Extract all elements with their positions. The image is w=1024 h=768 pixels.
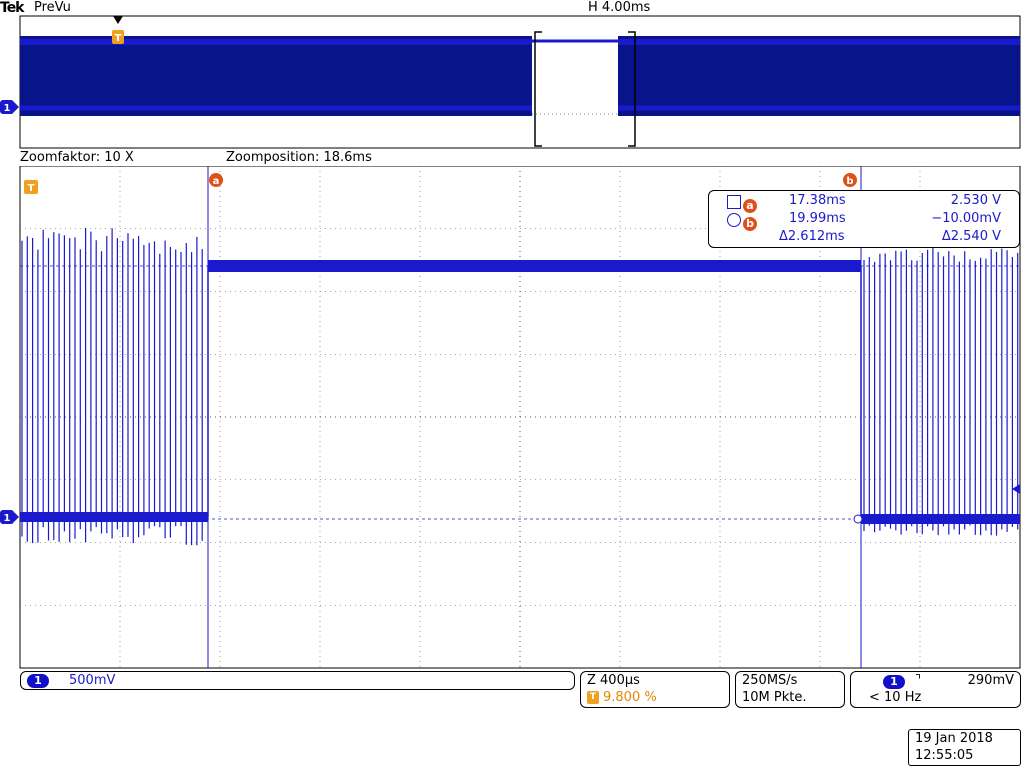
channel-scale-box[interactable]: 1 500mV (20, 671, 575, 690)
svg-text:T: T (28, 183, 35, 194)
svg-text:a: a (213, 176, 220, 187)
svg-text:1: 1 (4, 103, 11, 114)
overview-signal-left (20, 36, 532, 116)
svg-text:T: T (115, 33, 122, 44)
cursor-b-value: −10.00mV (931, 211, 1001, 226)
trigger-level: 290mV (967, 673, 1014, 688)
svg-text:b: b (846, 176, 853, 187)
datetime-box: 19 Jan 2018 12:55:05 (908, 729, 1021, 766)
cursor-a-time: 17.38ms (789, 193, 846, 208)
cursor-readout: a 17.38ms 2.530 V b 19.99ms −10.00mV Δ2.… (708, 190, 1020, 248)
zoom-timebase: Z 400µs (587, 673, 640, 688)
date: 19 Jan 2018 (915, 731, 993, 746)
record-length: 10M Pkte. (742, 690, 807, 705)
acquisition-box[interactable]: 250MS/s 10M Pkte. (735, 671, 845, 708)
cursor-a-value: 2.530 V (950, 193, 1001, 208)
overview-panel: T 1 (0, 15, 1021, 149)
overview-signal-right (618, 36, 1020, 116)
trigger-position-icon: T (587, 691, 599, 704)
trigger-channel-badge: 1 (883, 675, 905, 689)
trigger-box[interactable]: 1 ⌝ 290mV < 10 Hz (850, 671, 1021, 708)
mode-label: PreVu (34, 0, 71, 15)
delta-value: Δ2.540 V (941, 229, 1001, 244)
cursor-a-square-icon (727, 195, 741, 209)
svg-text:1: 1 (4, 513, 11, 524)
sample-rate: 250MS/s (742, 673, 798, 688)
cursor-b-time: 19.99ms (789, 211, 846, 226)
zoom-position: Zoomposition: 18.6ms (226, 150, 372, 165)
zoom-factor: Zoomfaktor: 10 X (20, 150, 134, 165)
cursor-b-badge-icon: b (743, 217, 757, 231)
horizontal-scale: H 4.00ms (588, 0, 651, 15)
channel-1-badge: 1 (27, 674, 49, 688)
timebase-box[interactable]: Z 400µs T 9.800 % (580, 671, 730, 708)
cursor-b-circle-icon (727, 213, 741, 227)
trigger-slope-icon: ⌝ (915, 673, 922, 688)
channel-scale: 500mV (69, 673, 116, 688)
delta-time: Δ2.612ms (779, 229, 845, 244)
trigger-frequency: < 10 Hz (869, 690, 922, 705)
trigger-position: 9.800 % (603, 690, 657, 705)
cursor-a-badge-icon: a (743, 199, 757, 213)
time: 12:55:05 (915, 748, 974, 763)
